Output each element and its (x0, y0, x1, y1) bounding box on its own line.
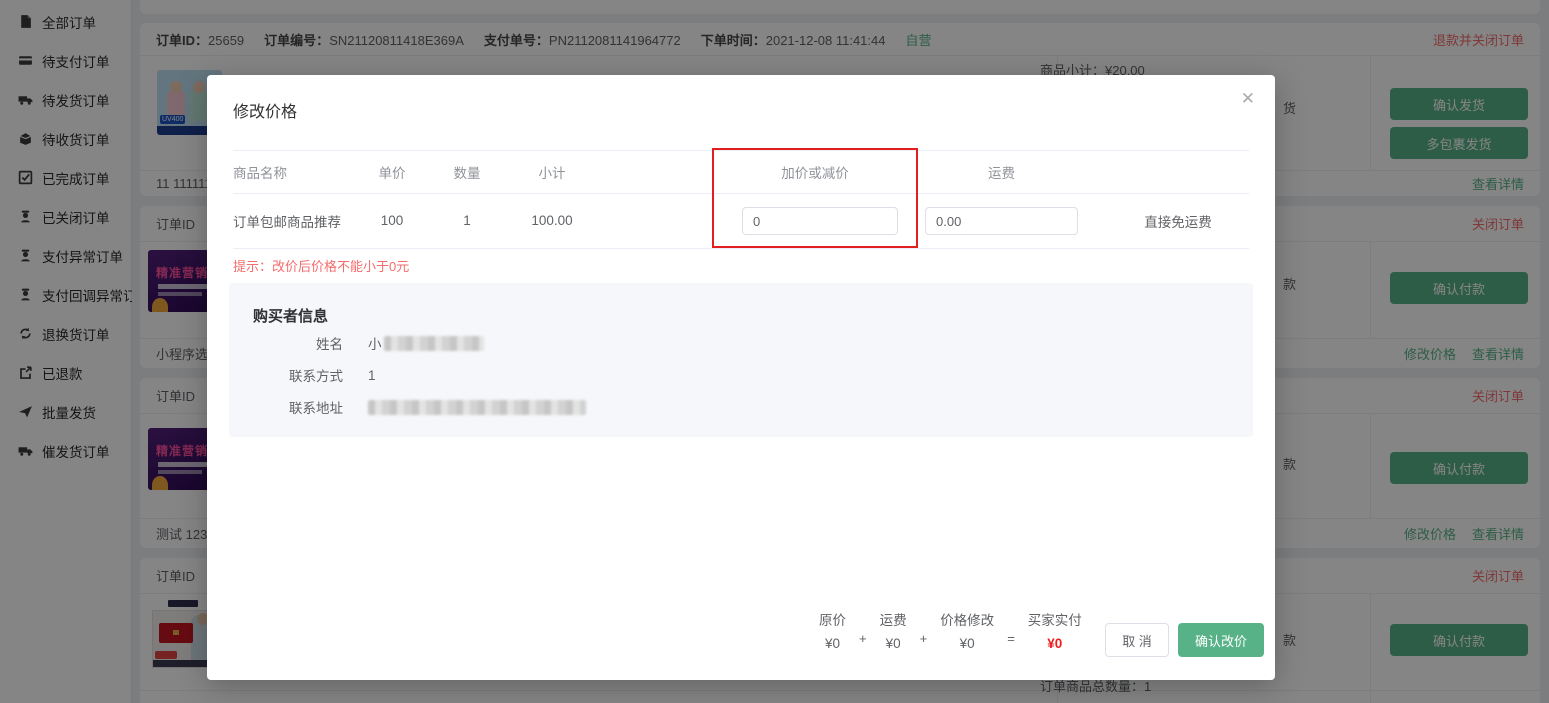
cell-subtotal: 100.00 (531, 213, 573, 228)
freight-input[interactable] (925, 207, 1078, 235)
dialog-title: 修改价格 (233, 104, 298, 121)
adjust-price-input[interactable] (742, 207, 898, 235)
price-modify-value: ¥0 (959, 636, 975, 651)
buyer-contact-row: 联系方式 1 (229, 365, 376, 385)
buyer-name-row: 姓名 小 (229, 333, 484, 353)
cell-unit-price: 100 (380, 213, 404, 228)
free-shipping-button[interactable]: 直接免运费 (1107, 193, 1249, 248)
contact-value: 1 (368, 367, 376, 383)
address-value (368, 399, 586, 415)
plus-operator: + (919, 631, 928, 646)
price-modify-item: 价格修改 ¥0 (940, 609, 994, 651)
freight-item: 运费 ¥0 (880, 609, 907, 651)
col-header-quantity: 数量 (453, 165, 481, 181)
freight-label: 运费 (879, 613, 907, 628)
close-icon[interactable]: ✕ (1241, 89, 1255, 109)
name-redacted-blur (383, 335, 484, 351)
address-label: 联系地址 (289, 401, 343, 416)
buyer-pay-value: ¥0 (1047, 636, 1063, 651)
price-modify-label: 价格修改 (940, 613, 995, 628)
price-summary: 原价 ¥0 + 运费 ¥0 + 价格修改 ¥0 = 买家实付 ¥0 (819, 609, 1082, 651)
name-label: 姓名 (316, 337, 343, 352)
price-tip-text: 提示：改价后价格不能小于0元 (233, 259, 410, 274)
buyer-info-title: 购买者信息 (253, 308, 329, 325)
cancel-button[interactable]: 取 消 (1105, 623, 1169, 657)
buyer-pay-label: 买家实付 (1027, 613, 1082, 628)
contact-label: 联系方式 (289, 369, 343, 384)
name-value: 小 (368, 333, 484, 353)
cell-product-name: 订单包邮商品推荐 (233, 214, 341, 230)
address-redacted-blur (368, 399, 586, 415)
original-price-value: ¥0 (824, 636, 841, 651)
table-border (233, 248, 1249, 249)
buyer-pay-item: 买家实付 ¥0 (1028, 609, 1082, 651)
col-header-unit-price: 单价 (378, 165, 406, 181)
cell-quantity: 1 (463, 213, 471, 228)
original-price-item: 原价 ¥0 (819, 609, 846, 651)
buyer-info-panel: 购买者信息 姓名 小 联系方式 1 联系地址 (229, 283, 1253, 437)
freight-value: ¥0 (885, 636, 901, 651)
equals-operator: = (1007, 631, 1015, 646)
col-header-product-name: 商品名称 (233, 165, 287, 181)
col-header-subtotal: 小计 (538, 165, 566, 181)
modify-price-dialog: 修改价格 ✕ 商品名称 单价 数量 小计 加价或减价 运费 订单包邮商品推荐 1… (207, 75, 1275, 680)
plus-operator: + (859, 631, 867, 646)
buyer-address-row: 联系地址 (229, 397, 586, 417)
col-header-adjust-price: 加价或减价 (781, 165, 849, 181)
col-header-freight: 运费 (988, 165, 1015, 181)
name-visible-part: 小 (368, 337, 382, 352)
original-price-label: 原价 (819, 613, 846, 628)
confirm-modify-price-button[interactable]: 确认改价 (1178, 623, 1264, 657)
